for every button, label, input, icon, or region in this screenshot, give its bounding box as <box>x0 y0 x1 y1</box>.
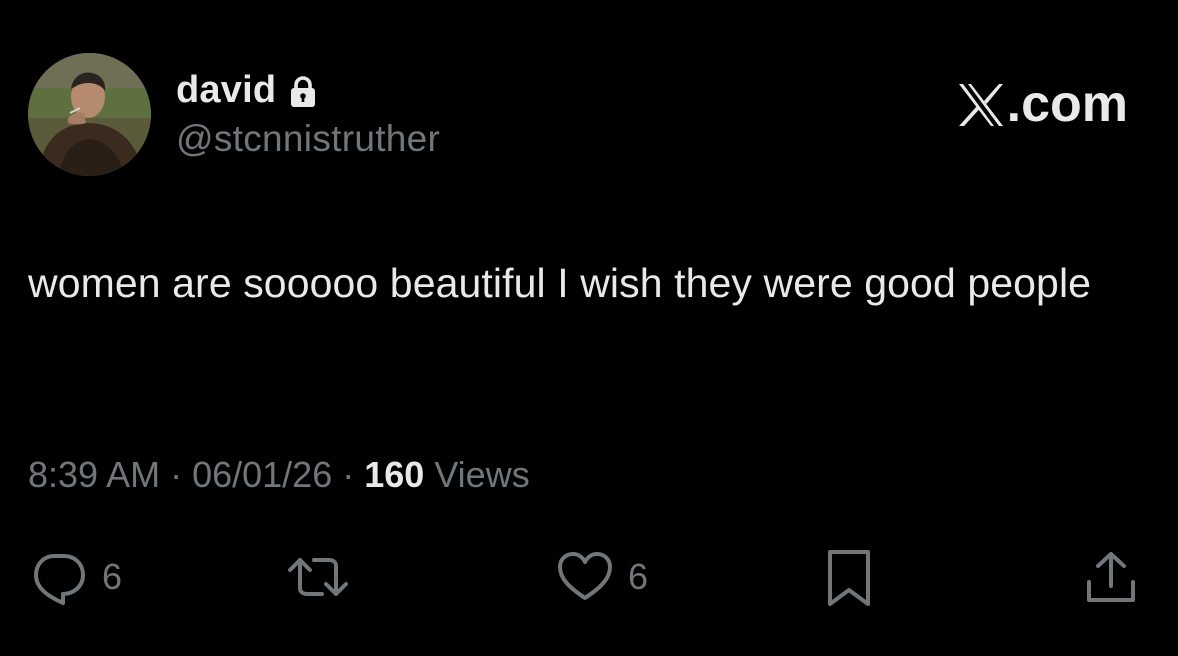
tweet-time[interactable]: 8:39 AM <box>28 454 160 496</box>
heart-icon <box>556 548 614 606</box>
reply-button[interactable]: 6 <box>30 548 122 606</box>
retweet-icon <box>286 548 350 606</box>
tweet-text: women are sooooo beautiful I wish they w… <box>28 260 1092 306</box>
views-count[interactable]: 160 <box>364 454 424 496</box>
lock-icon <box>288 75 318 109</box>
bookmark-icon <box>824 548 874 608</box>
brand-label: .com <box>957 74 1128 134</box>
reply-count: 6 <box>102 556 123 597</box>
like-button[interactable]: 6 <box>556 548 648 606</box>
meta-separator: · <box>342 454 355 495</box>
like-count: 6 <box>628 556 649 597</box>
avatar[interactable] <box>28 53 151 176</box>
views-label: Views <box>434 454 530 495</box>
tweet-date[interactable]: 06/01/26 <box>192 454 332 496</box>
reply-icon <box>30 548 88 606</box>
meta-separator: · <box>170 454 183 495</box>
author-display-name[interactable]: david <box>176 69 276 112</box>
brand-text: .com <box>1006 75 1128 133</box>
retweet-button[interactable] <box>286 548 350 606</box>
x-logo-icon <box>957 81 1005 127</box>
tweet-meta: 8:39 AM · 06/01/26 · 160 Views <box>28 454 530 496</box>
tweet-card: david @stcnnistruther .com women are soo… <box>0 0 1178 656</box>
share-icon <box>1084 548 1138 606</box>
author-handle[interactable]: @stcnnistruther <box>176 118 440 160</box>
profile-photo <box>28 53 151 176</box>
action-bar: 6 6 <box>0 540 1178 620</box>
bookmark-button[interactable] <box>824 548 874 608</box>
share-button[interactable] <box>1084 548 1138 606</box>
author-name-row: david <box>176 66 318 114</box>
